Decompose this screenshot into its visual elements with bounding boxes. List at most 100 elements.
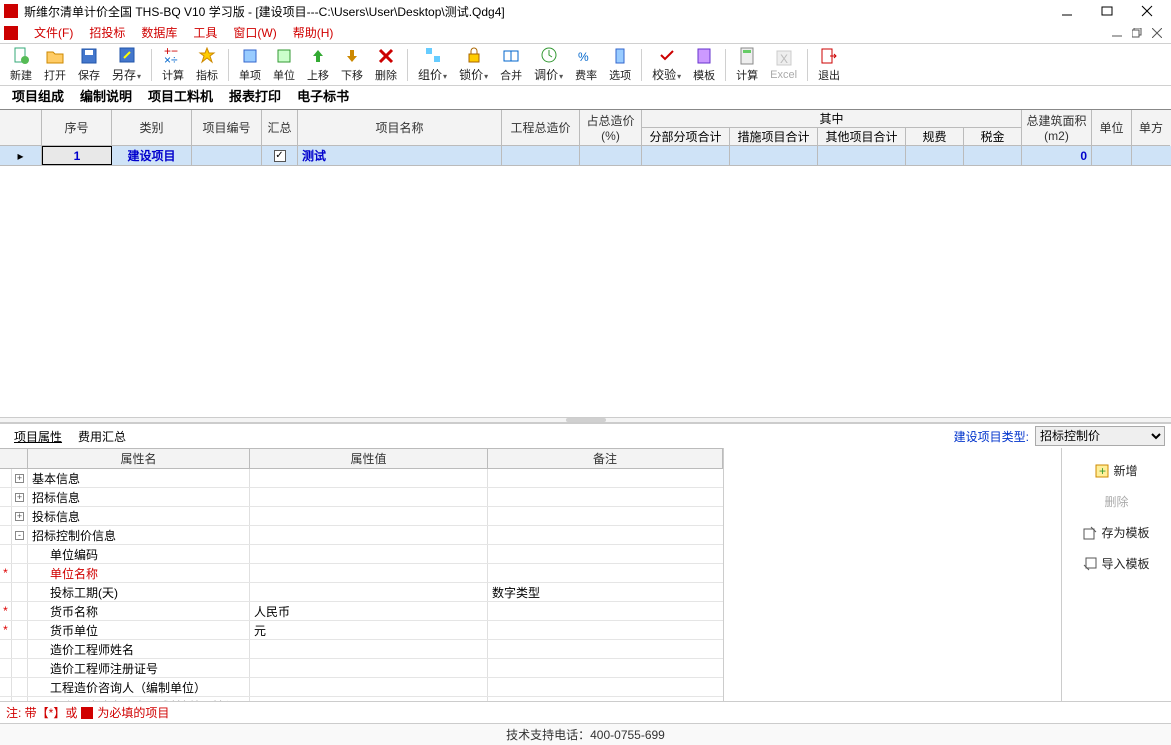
property-value[interactable]: [250, 526, 488, 544]
tb-index[interactable]: 指标: [190, 44, 224, 85]
tb-save[interactable]: 保存: [72, 44, 106, 85]
col-seq[interactable]: 序号: [42, 110, 112, 146]
expand-icon[interactable]: +: [15, 474, 24, 483]
tb-merge[interactable]: 合并: [494, 44, 528, 85]
property-value[interactable]: 元: [250, 621, 488, 639]
property-value[interactable]: [250, 678, 488, 696]
property-row[interactable]: +招标信息: [0, 488, 723, 507]
tab-ebid[interactable]: 电子标书: [291, 83, 355, 109]
property-row[interactable]: +投标信息: [0, 507, 723, 526]
action-add[interactable]: +新增: [1095, 462, 1137, 479]
tb-calc[interactable]: +−×÷计算: [156, 44, 190, 85]
property-row[interactable]: +基本信息: [0, 469, 723, 488]
col-cat[interactable]: 类别: [112, 110, 192, 146]
minimize-button[interactable]: [1047, 0, 1087, 22]
property-row[interactable]: *货币单位元: [0, 621, 723, 640]
tb-down[interactable]: 下移: [335, 44, 369, 85]
tb-del[interactable]: 删除: [369, 44, 403, 85]
tb-template[interactable]: 模板: [687, 44, 721, 85]
property-value[interactable]: [250, 583, 488, 601]
maximize-button[interactable]: [1087, 0, 1127, 22]
menu-db[interactable]: 数据库: [133, 22, 185, 43]
tab-composition[interactable]: 项目组成: [6, 83, 70, 109]
tab-description[interactable]: 编制说明: [74, 83, 138, 109]
tb-up[interactable]: 上移: [301, 44, 335, 85]
prop-col-val[interactable]: 属性值: [250, 449, 488, 469]
collapse-icon[interactable]: -: [15, 531, 24, 540]
expand-icon[interactable]: +: [15, 493, 24, 502]
menu-bid[interactable]: 招投标: [81, 22, 133, 43]
tb-lock[interactable]: 锁价▾: [453, 44, 494, 85]
menu-help[interactable]: 帮助(H): [285, 22, 342, 43]
property-value[interactable]: 人民币: [250, 602, 488, 620]
mdi-minimize-icon[interactable]: [1109, 25, 1125, 41]
col-name[interactable]: 项目名称: [298, 110, 502, 146]
expand-cell[interactable]: +: [12, 488, 28, 506]
col-sub2[interactable]: 措施项目合计: [730, 128, 818, 145]
mdi-restore-icon[interactable]: [1129, 25, 1145, 41]
tb-option[interactable]: 选项: [603, 44, 637, 85]
property-value[interactable]: [250, 507, 488, 525]
project-type-select[interactable]: 招标控制价: [1035, 426, 1165, 446]
menu-window[interactable]: 窗口(W): [225, 22, 284, 43]
property-value[interactable]: [250, 469, 488, 487]
menu-tool[interactable]: 工具: [185, 22, 225, 43]
close-button[interactable]: [1127, 0, 1167, 22]
expand-icon[interactable]: +: [15, 512, 24, 521]
tb-saveas[interactable]: 另存▾: [106, 44, 147, 85]
tb-unit[interactable]: 单位: [267, 44, 301, 85]
tb-calc2[interactable]: 计算: [730, 44, 764, 85]
tb-rate[interactable]: %费率: [569, 44, 603, 85]
action-save-template[interactable]: 存为模板: [1083, 524, 1149, 541]
property-row[interactable]: 投标工期(天)数字类型: [0, 583, 723, 602]
property-value[interactable]: [250, 545, 488, 563]
property-value[interactable]: [250, 640, 488, 658]
col-area[interactable]: 总建筑面积 (m2): [1022, 110, 1092, 146]
tab-fee-summary[interactable]: 费用汇总: [70, 426, 134, 447]
expand-cell[interactable]: +: [12, 469, 28, 487]
tab-properties[interactable]: 项目属性: [6, 426, 70, 447]
property-row[interactable]: 单位编码: [0, 545, 723, 564]
property-row[interactable]: -招标控制价信息: [0, 526, 723, 545]
property-remark: [488, 602, 723, 620]
col-owner[interactable]: 单方: [1132, 110, 1170, 146]
tb-adjust[interactable]: 调价▾: [528, 44, 569, 85]
col-code[interactable]: 项目编号: [192, 110, 262, 146]
tab-material[interactable]: 项目工料机: [142, 83, 219, 109]
col-sub3[interactable]: 其他项目合计: [818, 128, 906, 145]
property-row[interactable]: 造价工程师注册证号: [0, 659, 723, 678]
col-sum[interactable]: 汇总: [262, 110, 298, 146]
col-total[interactable]: 工程总造价: [502, 110, 580, 146]
footnote: 注: 带【*】或 为必填的项目: [0, 701, 1171, 723]
expand-cell[interactable]: -: [12, 526, 28, 544]
tb-exit[interactable]: 退出: [812, 44, 846, 85]
tb-single[interactable]: 单项: [233, 44, 267, 85]
action-load-template[interactable]: 导入模板: [1083, 555, 1149, 572]
tb-excel[interactable]: XExcel: [764, 44, 803, 85]
col-pct[interactable]: 占总造价 (%): [580, 110, 642, 146]
tb-open[interactable]: 打开: [38, 44, 72, 85]
col-sub5[interactable]: 税金: [964, 128, 1022, 145]
col-sub4[interactable]: 规费: [906, 128, 964, 145]
expand-cell[interactable]: +: [12, 507, 28, 525]
tb-new[interactable]: 新建: [4, 44, 38, 85]
prop-col-name[interactable]: 属性名: [28, 449, 250, 469]
grid-body[interactable]: [0, 166, 1171, 417]
property-value[interactable]: [250, 488, 488, 506]
prop-col-rem[interactable]: 备注: [488, 449, 723, 469]
menu-file[interactable]: 文件(F): [26, 22, 81, 43]
mdi-close-icon[interactable]: [1149, 25, 1165, 41]
sum-checkbox[interactable]: [274, 150, 286, 162]
tb-verify[interactable]: 校验▾: [646, 44, 687, 85]
tb-group[interactable]: 组价▾: [412, 44, 453, 85]
property-value[interactable]: [250, 564, 488, 582]
property-row[interactable]: *单位名称: [0, 564, 723, 583]
property-row[interactable]: 工程造价咨询人（编制单位）: [0, 678, 723, 697]
property-value[interactable]: [250, 659, 488, 677]
tab-report[interactable]: 报表打印: [223, 83, 287, 109]
col-unit[interactable]: 单位: [1092, 110, 1132, 146]
col-sub1[interactable]: 分部分项合计: [642, 128, 730, 145]
property-row[interactable]: *货币名称人民币: [0, 602, 723, 621]
grid-row[interactable]: ▸ 1 建设项目 测试 0: [0, 146, 1171, 166]
property-row[interactable]: 造价工程师姓名: [0, 640, 723, 659]
